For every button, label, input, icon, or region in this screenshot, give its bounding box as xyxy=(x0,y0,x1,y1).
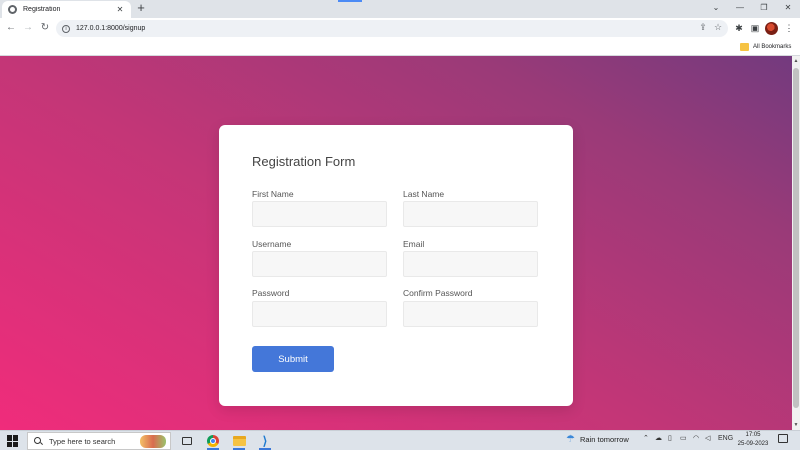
taskbar-search-input[interactable]: Type here to search xyxy=(27,432,171,450)
profile-avatar[interactable] xyxy=(765,22,778,35)
search-highlight-image xyxy=(140,435,166,448)
extensions-icon[interactable]: ✱ xyxy=(732,21,746,35)
weather-rain-icon[interactable]: ☂ xyxy=(566,434,575,445)
last-name-field[interactable] xyxy=(403,201,538,227)
system-clock[interactable]: 17:05 25-09-2023 xyxy=(737,431,769,449)
scroll-down-icon[interactable]: ▼ xyxy=(792,420,800,430)
language-indicator[interactable]: ENG xyxy=(718,434,733,444)
reload-icon[interactable]: ↻ xyxy=(38,21,52,35)
search-icon xyxy=(34,436,43,446)
password-field[interactable] xyxy=(252,301,387,327)
side-panel-icon[interactable]: ▣ xyxy=(748,21,762,35)
registration-card: Registration Form First Name Last Name U… xyxy=(219,125,573,406)
bookmark-star-icon[interactable]: ☆ xyxy=(712,20,724,34)
submit-button[interactable]: Submit xyxy=(252,346,334,372)
maximize-button[interactable]: ❐ xyxy=(752,1,776,15)
scroll-up-icon[interactable]: ▲ xyxy=(792,56,800,66)
scroll-thumb[interactable] xyxy=(793,68,799,408)
weather-text[interactable]: Rain tomorrow xyxy=(580,435,629,444)
file-explorer-taskbar-button[interactable] xyxy=(230,432,248,450)
tab-search-icon[interactable]: ⌄ xyxy=(704,1,728,15)
new-tab-button[interactable]: + xyxy=(134,1,148,16)
password-label: Password xyxy=(252,288,290,298)
first-name-field[interactable] xyxy=(252,201,387,227)
notification-icon[interactable] xyxy=(778,434,788,443)
task-view-icon xyxy=(182,437,192,445)
all-bookmarks-link[interactable]: All Bookmarks xyxy=(753,42,791,52)
confirm-password-field[interactable] xyxy=(403,301,538,327)
vscode-icon: ⟩ xyxy=(262,434,268,448)
back-arrow-icon[interactable]: ← xyxy=(4,21,18,35)
close-window-button[interactable]: ✕ xyxy=(776,1,800,15)
share-icon[interactable]: ⇪ xyxy=(697,20,709,34)
vscode-taskbar-button[interactable]: ⟩ xyxy=(256,432,274,450)
folder-icon xyxy=(232,436,246,446)
email-field[interactable] xyxy=(403,251,538,277)
clock-date: 25-09-2023 xyxy=(737,441,769,447)
first-name-label: First Name xyxy=(252,189,294,199)
last-name-label: Last Name xyxy=(403,189,445,199)
username-label: Username xyxy=(252,239,292,249)
url-text: 127.0.0.1:8000/signup xyxy=(76,25,146,32)
forward-arrow-icon[interactable]: → xyxy=(21,21,35,35)
battery-icon[interactable]: ▭ xyxy=(680,434,687,444)
close-tab-icon[interactable]: ✕ xyxy=(115,5,125,14)
page-background: Registration Form First Name Last Name U… xyxy=(0,56,792,430)
confirm-password-label: Confirm Password xyxy=(403,288,473,298)
minimize-button[interactable]: — xyxy=(728,1,752,15)
menu-kebab-icon[interactable]: ⋮ xyxy=(782,21,796,35)
tab-registration[interactable]: Registration ✕ xyxy=(2,1,131,18)
address-bar[interactable]: i 127.0.0.1:8000/signup xyxy=(56,20,728,37)
globe-icon xyxy=(8,5,17,14)
browser-toolbar: ← → ↻ i 127.0.0.1:8000/signup ⇪ ☆ ✱ ▣ ⋮ xyxy=(0,18,800,39)
tab-strip: Registration ✕ + ⌄ — ❐ ✕ xyxy=(0,0,800,18)
wifi-icon[interactable]: ◠ xyxy=(693,434,699,444)
chrome-icon xyxy=(207,435,219,447)
windows-start-icon[interactable] xyxy=(7,435,19,447)
site-info-icon[interactable]: i xyxy=(62,24,70,33)
volume-icon[interactable]: ◁ xyxy=(705,434,710,444)
cloud-icon[interactable]: ☁ xyxy=(655,434,662,444)
bookmarks-bar: All Bookmarks xyxy=(0,39,800,56)
show-hidden-icons-icon[interactable]: ⌃ xyxy=(643,434,649,444)
task-view-button[interactable] xyxy=(178,432,196,450)
chrome-taskbar-button[interactable] xyxy=(204,432,222,450)
username-field[interactable] xyxy=(252,251,387,277)
tab-title: Registration xyxy=(23,6,61,13)
page-scrollbar[interactable]: ▲ ▼ xyxy=(792,56,800,430)
search-placeholder: Type here to search xyxy=(49,436,116,446)
form-title: Registration Form xyxy=(252,154,356,169)
email-label: Email xyxy=(403,239,425,249)
tab-indicator xyxy=(338,0,362,2)
folder-icon xyxy=(740,43,749,51)
clock-time: 17:05 xyxy=(745,432,761,438)
meet-icon[interactable]: ▯ xyxy=(668,434,672,444)
